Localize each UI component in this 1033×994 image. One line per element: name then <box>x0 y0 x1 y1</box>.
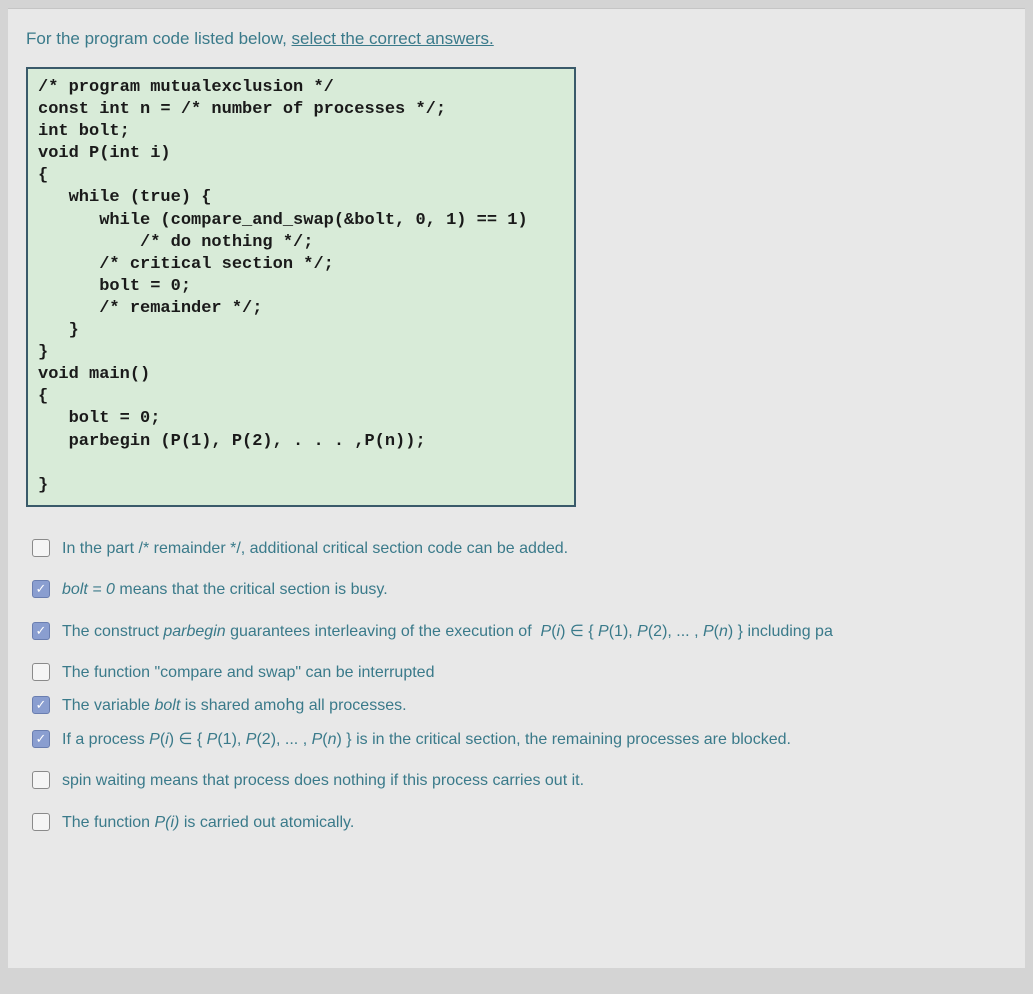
option-2[interactable]: ✓ bolt = 0 means that the critical secti… <box>32 578 1025 601</box>
option-8-label: The function P(i) is carried out atomica… <box>62 811 354 834</box>
question-prefix: For the program code listed below, <box>26 29 292 48</box>
question-underlined: select the correct answers. <box>292 29 494 48</box>
answer-options: In the part /* remainder */, additional … <box>26 537 1025 834</box>
option-3-label: The construct parbegin guarantees interl… <box>62 620 833 643</box>
question-page: For the program code listed below, selec… <box>8 8 1025 968</box>
option-2-label: bolt = 0 means that the critical section… <box>62 578 388 601</box>
option-1[interactable]: In the part /* remainder */, additional … <box>32 537 1025 560</box>
checkbox-1[interactable] <box>32 539 50 557</box>
option-5-label: The variable bolt is shared amo𝗁g all pr… <box>62 694 407 717</box>
checkbox-4[interactable] <box>32 663 50 681</box>
option-4[interactable]: The function "compare and swap" can be i… <box>32 661 1025 684</box>
option-1-label: In the part /* remainder */, additional … <box>62 537 568 560</box>
option-3[interactable]: ✓ The construct parbegin guarantees inte… <box>32 620 1025 643</box>
code-listing: /* program mutualexclusion */ const int … <box>26 67 576 507</box>
option-7-label: spin waiting means that process does not… <box>62 769 584 792</box>
checkbox-7[interactable] <box>32 771 50 789</box>
option-7[interactable]: spin waiting means that process does not… <box>32 769 1025 792</box>
option-6[interactable]: ✓ If a process P(i) ∈ { P(1), P(2), ... … <box>32 728 1025 751</box>
question-text: For the program code listed below, selec… <box>26 29 1025 49</box>
option-5[interactable]: ✓ The variable bolt is shared amo𝗁g all … <box>32 694 1025 717</box>
checkbox-3[interactable]: ✓ <box>32 622 50 640</box>
option-6-label: If a process P(i) ∈ { P(1), P(2), ... , … <box>62 728 791 751</box>
checkbox-8[interactable] <box>32 813 50 831</box>
option-8[interactable]: The function P(i) is carried out atomica… <box>32 811 1025 834</box>
checkbox-6[interactable]: ✓ <box>32 730 50 748</box>
checkbox-5[interactable]: ✓ <box>32 696 50 714</box>
checkbox-2[interactable]: ✓ <box>32 580 50 598</box>
option-4-label: The function "compare and swap" can be i… <box>62 661 434 684</box>
